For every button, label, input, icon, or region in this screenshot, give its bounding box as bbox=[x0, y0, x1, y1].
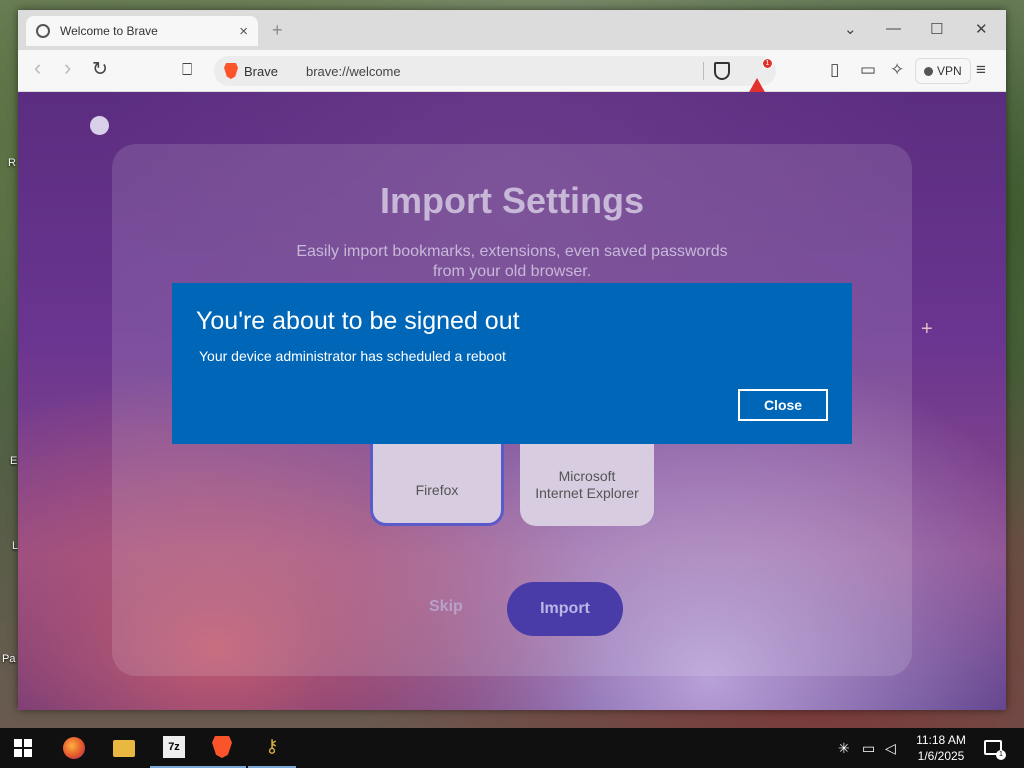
subtitle-line: from your old browser. bbox=[432, 263, 592, 280]
tab-title: Welcome to Brave bbox=[60, 24, 158, 38]
taskbar-app-file-explorer[interactable] bbox=[100, 728, 148, 768]
folder-icon bbox=[113, 739, 135, 757]
url-text[interactable]: brave://welcome bbox=[306, 64, 703, 79]
minimize-button[interactable]: — bbox=[886, 20, 901, 37]
desktop-icon-label[interactable]: Pa bbox=[2, 653, 15, 665]
divider bbox=[703, 62, 704, 80]
taskbar-app-firefox[interactable] bbox=[50, 728, 98, 768]
subtitle-line: Easily import bookmarks, extensions, eve… bbox=[296, 243, 728, 260]
browser-option-label: Microsoft bbox=[558, 468, 616, 484]
taskbar-app-keys[interactable]: ⚷ bbox=[248, 728, 296, 768]
7zip-icon: 7z bbox=[163, 736, 185, 758]
brave-lion-icon bbox=[224, 63, 238, 79]
rewards-badge: 1 bbox=[762, 58, 773, 69]
skip-button[interactable]: Skip bbox=[429, 598, 463, 616]
browser-option-label: Firefox bbox=[415, 482, 459, 498]
close-window-button[interactable]: ✕ bbox=[975, 20, 988, 38]
taskbar-app-7zip[interactable]: 7z bbox=[150, 728, 198, 768]
back-button[interactable]: ‹ bbox=[34, 55, 41, 81]
import-button[interactable]: Import bbox=[507, 582, 623, 636]
brave-icon bbox=[212, 736, 232, 758]
maximize-button[interactable]: ☐ bbox=[930, 20, 943, 38]
firefox-icon bbox=[63, 737, 85, 759]
leo-ai-icon[interactable]: ✧ bbox=[890, 60, 904, 80]
browser-option-label: Internet Explorer bbox=[535, 485, 639, 501]
progress-dot[interactable] bbox=[90, 116, 109, 135]
sign-out-dialog: You're about to be signed out Your devic… bbox=[172, 283, 852, 444]
close-button[interactable]: Close bbox=[738, 389, 828, 421]
brave-shields-icon[interactable] bbox=[714, 62, 730, 80]
dialog-title: You're about to be signed out bbox=[196, 307, 520, 335]
tab-welcome[interactable]: Welcome to Brave × bbox=[26, 16, 258, 46]
taskbar-app-brave[interactable] bbox=[198, 728, 246, 768]
vpn-button[interactable]: VPN bbox=[915, 58, 971, 84]
forward-button[interactable]: › bbox=[64, 55, 71, 81]
globe-icon bbox=[36, 24, 50, 38]
dialog-message: Your device administrator has scheduled … bbox=[199, 348, 506, 364]
vpn-status-icon bbox=[924, 66, 933, 76]
network-icon[interactable]: ▭ bbox=[862, 740, 875, 757]
brightness-icon[interactable]: ✳ bbox=[838, 740, 850, 757]
menu-icon[interactable]: ≡ bbox=[976, 60, 986, 80]
reload-button[interactable]: ↻ bbox=[92, 58, 108, 81]
windows-start-icon[interactable] bbox=[14, 739, 32, 757]
clock-date: 1/6/2025 bbox=[917, 749, 965, 763]
taskbar: 7z ⚷ ✳ ▭ ◁ 11:18 AM 1/6/2025 1 bbox=[0, 728, 1024, 768]
address-bar[interactable]: Brave brave://welcome 1 bbox=[214, 56, 776, 94]
desktop-icon-label[interactable]: R bbox=[8, 157, 16, 169]
browser-toolbar: ‹ › ↻ ⎕ Brave brave://welcome 1 ▯ ▭ ✧ VP… bbox=[18, 50, 1006, 94]
sidebar-icon[interactable]: ▯ bbox=[830, 60, 839, 80]
clock-time: 11:18 AM bbox=[916, 733, 966, 747]
system-clock[interactable]: 11:18 AM 1/6/2025 bbox=[906, 732, 976, 764]
wallet-icon[interactable]: ▭ bbox=[860, 60, 876, 80]
keys-icon: ⚷ bbox=[265, 736, 279, 756]
tab-close-icon[interactable]: × bbox=[239, 23, 248, 40]
tab-list-icon[interactable]: ⌄ bbox=[844, 20, 857, 38]
page-title: Import Settings bbox=[379, 180, 644, 221]
vpn-label: VPN bbox=[937, 64, 962, 78]
site-name: Brave bbox=[244, 63, 278, 79]
page-subtitle: Easily import bookmarks, extensions, eve… bbox=[18, 242, 1006, 282]
volume-muted-icon[interactable]: ◁ bbox=[885, 740, 896, 757]
new-tab-button[interactable]: + bbox=[272, 20, 283, 41]
sparkle-icon: + bbox=[921, 318, 933, 340]
notification-badge: 1 bbox=[996, 750, 1006, 760]
desktop-icon-label[interactable]: E bbox=[10, 455, 17, 467]
brave-rewards-icon[interactable]: 1 bbox=[748, 58, 773, 94]
tab-strip: Welcome to Brave × + ⌄ — ☐ ✕ bbox=[18, 10, 1006, 50]
bookmark-icon[interactable]: ⎕ bbox=[182, 60, 192, 80]
